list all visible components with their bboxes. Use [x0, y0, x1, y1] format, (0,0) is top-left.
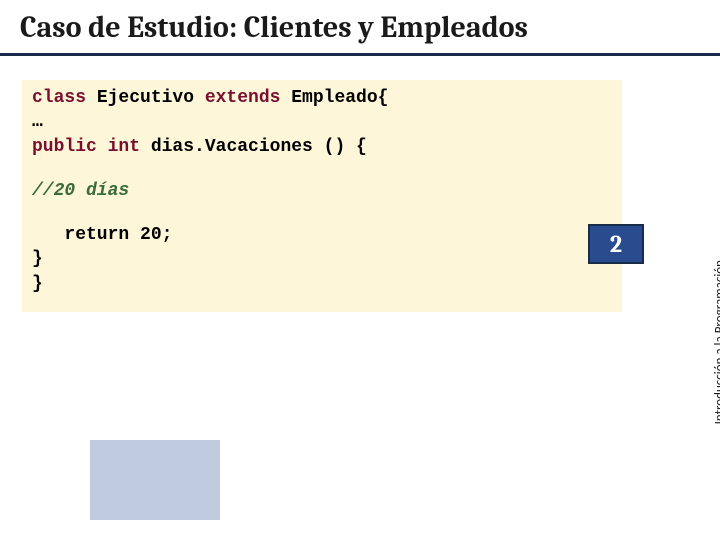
- title-bar: Caso de Estudio: Clientes y Empleados: [0, 0, 720, 56]
- keyword-extends: extends: [194, 88, 291, 108]
- code-comment: //20 días: [32, 179, 612, 203]
- side-label: Introducción a la Programación Orientada…: [672, 50, 712, 280]
- number-badge: 2: [588, 224, 644, 264]
- blank-line: [32, 203, 612, 223]
- indent: return: [32, 225, 140, 245]
- side-label-line1: Introducción a la Programación: [712, 260, 720, 424]
- code-line-return: return 20;: [32, 223, 612, 247]
- side-label-text: Introducción a la Programación Orientada…: [712, 260, 720, 424]
- keyword-public-int: public int: [32, 137, 151, 157]
- code-line-1: class Ejecutivo extends Empleado{: [32, 86, 612, 110]
- keyword-class: class: [32, 88, 97, 108]
- blank-line: [32, 159, 612, 179]
- return-value: 20;: [140, 225, 172, 245]
- code-line-close-class: }: [32, 272, 612, 296]
- code-line-3: public int dias.Vacaciones () {: [32, 135, 612, 159]
- method-name: dias.Vacaciones () {: [151, 137, 367, 157]
- superclass-name: Empleado{: [291, 88, 388, 108]
- class-name: Ejecutivo: [97, 88, 194, 108]
- slide-title: Caso de Estudio: Clientes y Empleados: [20, 10, 700, 45]
- slide: Caso de Estudio: Clientes y Empleados cl…: [0, 0, 720, 540]
- code-block: class Ejecutivo extends Empleado{ … publ…: [22, 80, 622, 312]
- code-line-2: …: [32, 110, 612, 134]
- decor-rectangle: [90, 440, 220, 520]
- code-line-close-method: }: [32, 247, 612, 271]
